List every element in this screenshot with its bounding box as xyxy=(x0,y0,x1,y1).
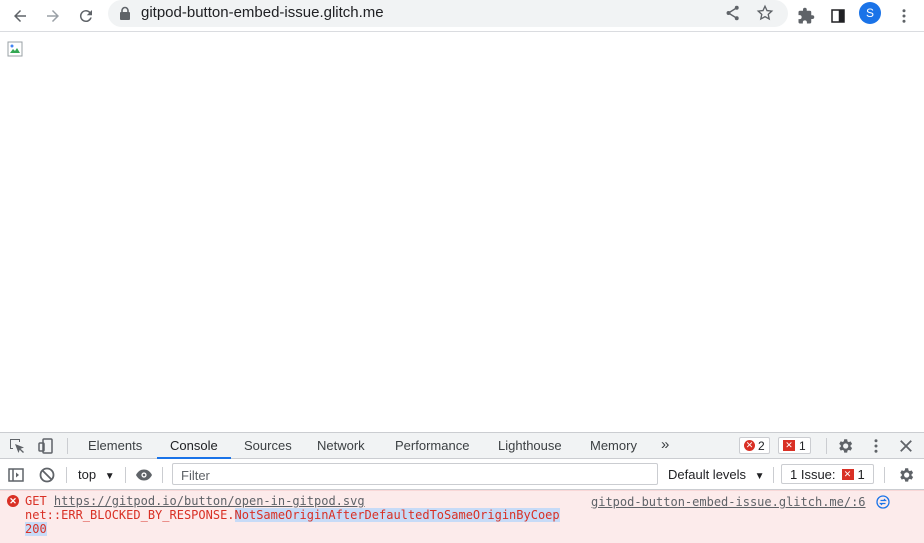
error-count-badge[interactable]: ✕ 2 xyxy=(739,437,770,454)
issue-flag-icon: ✕ xyxy=(783,440,795,451)
console-settings-gear-icon[interactable] xyxy=(897,466,915,484)
status-code: 200 xyxy=(25,522,47,536)
kebab-menu-icon xyxy=(902,9,906,23)
reload-icon xyxy=(79,10,92,23)
request-url-link[interactable]: https://gitpod.io/button/open-in-gitpod.… xyxy=(54,494,365,508)
issue-count: 1 xyxy=(799,438,806,453)
issues-count: 1 xyxy=(857,466,865,482)
message-request-line: GET https://gitpod.io/button/open-in-git… xyxy=(25,494,365,508)
lock-icon xyxy=(120,6,130,20)
eye-icon[interactable] xyxy=(135,466,153,484)
console-toolbar: top ▼ Default levels ▼ 1 Issue: ✕ 1 xyxy=(0,460,924,490)
back-button[interactable] xyxy=(6,2,34,30)
broken-image-icon xyxy=(7,41,23,57)
browser-toolbar: gitpod-button-embed-issue.glitch.me S xyxy=(0,0,924,32)
device-toolbar-icon[interactable] xyxy=(37,437,55,455)
tab-performance[interactable]: Performance xyxy=(395,438,469,453)
network-request-icon[interactable] xyxy=(876,495,890,509)
extensions-button[interactable] xyxy=(792,2,820,30)
error-prefix: net::ERR_BLOCKED_BY_RESPONSE. xyxy=(25,508,235,522)
tab-memory[interactable]: Memory xyxy=(590,438,637,453)
settings-gear-icon[interactable] xyxy=(836,437,854,455)
devtools-tab-bar: Elements Console Sources Network Perform… xyxy=(0,432,924,459)
divider xyxy=(125,467,126,483)
extensions-icon xyxy=(798,7,815,24)
devtools-menu-icon[interactable] xyxy=(867,437,885,455)
divider xyxy=(67,438,68,454)
filter-input[interactable] xyxy=(173,464,653,486)
side-panel-icon xyxy=(831,9,845,23)
profile-avatar[interactable]: S xyxy=(859,2,881,24)
error-icon: ✕ xyxy=(7,495,19,507)
error-icon: ✕ xyxy=(744,440,755,451)
share-icon[interactable] xyxy=(724,4,742,22)
forward-button[interactable] xyxy=(39,2,67,30)
context-select[interactable]: top ▼ xyxy=(78,467,115,482)
divider xyxy=(826,438,827,454)
log-levels-dropdown[interactable]: Default levels ▼ xyxy=(668,467,765,482)
active-tab-indicator xyxy=(157,457,231,459)
message-status-line: 200 xyxy=(25,522,47,536)
address-bar[interactable]: gitpod-button-embed-issue.glitch.me xyxy=(108,0,788,27)
divider xyxy=(162,467,163,483)
chevron-down-icon: ▼ xyxy=(104,471,115,482)
request-method: GET xyxy=(25,494,47,508)
issues-label: 1 Issue: xyxy=(790,466,836,482)
tab-elements[interactable]: Elements xyxy=(88,438,142,453)
divider xyxy=(66,467,67,483)
back-icon xyxy=(14,10,26,22)
message-error-line: net::ERR_BLOCKED_BY_RESPONSE.NotSameOrig… xyxy=(25,508,560,522)
divider xyxy=(773,467,774,483)
error-count: 2 xyxy=(758,438,765,453)
divider xyxy=(884,467,885,483)
page-viewport xyxy=(0,32,924,432)
context-value: top xyxy=(78,467,97,482)
error-highlight: NotSameOriginAfterDefaultedToSameOriginB… xyxy=(234,508,560,522)
side-panel-button[interactable] xyxy=(824,2,852,30)
tab-lighthouse[interactable]: Lighthouse xyxy=(498,438,562,453)
url-text: gitpod-button-embed-issue.glitch.me xyxy=(141,4,384,21)
tab-network[interactable]: Network xyxy=(317,438,365,453)
forward-icon xyxy=(47,10,59,22)
source-location-link[interactable]: gitpod-button-embed-issue.glitch.me/:6 xyxy=(591,495,866,509)
star-icon[interactable] xyxy=(756,4,774,22)
log-levels-label: Default levels xyxy=(668,467,747,482)
clear-console-icon[interactable] xyxy=(38,466,56,484)
sidebar-toggle-icon[interactable] xyxy=(7,466,25,484)
devtools-panel: Elements Console Sources Network Perform… xyxy=(0,432,924,543)
issue-flag-icon: ✕ xyxy=(841,468,854,480)
more-tabs-icon[interactable]: » xyxy=(661,436,669,453)
inspect-element-icon[interactable] xyxy=(8,437,26,455)
issue-count-badge[interactable]: ✕ 1 xyxy=(778,437,811,454)
filter-box xyxy=(172,463,658,486)
tab-sources[interactable]: Sources xyxy=(244,438,292,453)
reload-button[interactable] xyxy=(72,2,100,30)
menu-button[interactable] xyxy=(890,2,918,30)
close-icon[interactable] xyxy=(897,437,915,455)
chevron-down-icon: ▼ xyxy=(754,471,765,482)
issues-button[interactable]: 1 Issue: ✕ 1 xyxy=(781,464,874,484)
tab-console[interactable]: Console xyxy=(170,438,218,453)
console-error-message: ✕ GET https://gitpod.io/button/open-in-g… xyxy=(0,490,924,543)
